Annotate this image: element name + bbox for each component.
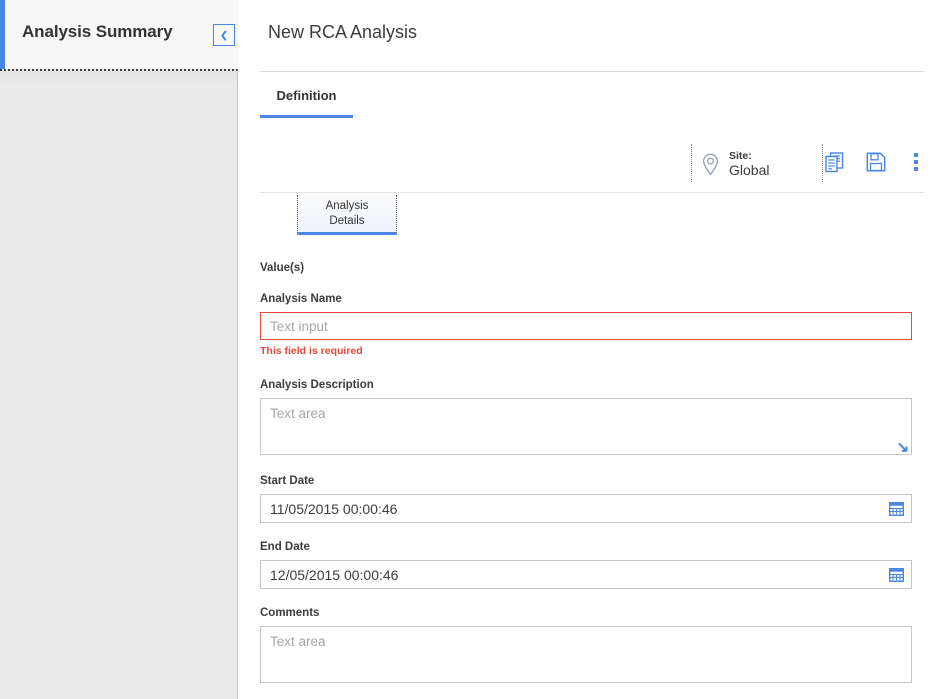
comments-wrapper: [260, 626, 912, 683]
save-button[interactable]: [860, 146, 892, 178]
field-analysis-description: Analysis Description: [260, 379, 936, 455]
analysis-name-label: Analysis Name: [260, 293, 342, 305]
analysis-details-form: Value(s) Analysis Name This field is req…: [260, 262, 936, 683]
site-text: Site: Global: [729, 150, 769, 179]
analysis-name-error: This field is required: [260, 345, 363, 357]
sub-tab-strip: Analysis Details: [260, 195, 924, 237]
field-end-date: End Date: [260, 541, 936, 589]
site-selector[interactable]: Site: Global: [701, 147, 769, 181]
comments-input[interactable]: [260, 626, 912, 683]
copy-documents-button[interactable]: [819, 146, 851, 178]
site-label: Site:: [729, 149, 752, 162]
chevron-left-icon: ❮: [220, 29, 228, 40]
toolbar-divider: [691, 144, 692, 182]
field-analysis-name: Analysis Name This field is required: [260, 293, 936, 357]
main-content: New RCA Analysis Definition Site: Global: [238, 0, 938, 699]
more-options-button[interactable]: [900, 146, 932, 178]
action-toolbar: Site: Global: [260, 133, 924, 193]
field-comments: Comments: [260, 607, 936, 683]
values-section-header: Value(s): [260, 262, 305, 274]
location-pin-icon: [703, 153, 718, 175]
end-date-calendar-button[interactable]: [881, 561, 911, 588]
panel-header: Analysis Summary ❮: [0, 0, 238, 69]
analysis-description-wrapper: [260, 398, 912, 455]
collapse-panel-button[interactable]: ❮: [213, 24, 235, 46]
end-date-input[interactable]: [260, 560, 912, 589]
panel-accent-bar: [0, 0, 5, 69]
panel-content-area: [0, 69, 238, 699]
start-date-label: Start Date: [260, 475, 315, 487]
tab-definition[interactable]: Definition: [260, 72, 353, 118]
more-vertical-icon: [914, 151, 918, 173]
start-date-input[interactable]: [260, 494, 912, 523]
subtab-analysis-details-label: Analysis Details: [325, 200, 369, 227]
analysis-description-input[interactable]: [260, 398, 912, 455]
tab-strip: Definition: [260, 71, 924, 118]
analysis-description-label: Analysis Description: [260, 379, 374, 391]
site-value: Global: [729, 161, 770, 178]
panel-title: Analysis Summary: [22, 22, 173, 41]
field-start-date: Start Date: [260, 475, 936, 523]
tab-active-indicator: [260, 115, 353, 118]
application-root: Analysis Summary ❮ New RCA Analysis Defi…: [0, 0, 938, 699]
resize-handle-icon[interactable]: [897, 440, 910, 453]
calendar-icon: [888, 502, 904, 516]
analysis-summary-panel: Analysis Summary ❮: [0, 0, 238, 699]
tab-definition-label: Definition: [276, 87, 337, 103]
start-date-calendar-button[interactable]: [881, 495, 911, 522]
page-title: New RCA Analysis: [268, 22, 418, 42]
copy-documents-icon: [825, 151, 844, 172]
comments-label: Comments: [260, 607, 320, 619]
end-date-wrapper: [260, 560, 912, 589]
start-date-wrapper: [260, 494, 912, 523]
subtab-analysis-details[interactable]: Analysis Details: [297, 195, 397, 235]
analysis-name-input[interactable]: [260, 312, 912, 340]
save-floppy-icon: [866, 152, 886, 172]
calendar-icon: [888, 568, 904, 582]
end-date-label: End Date: [260, 541, 310, 553]
